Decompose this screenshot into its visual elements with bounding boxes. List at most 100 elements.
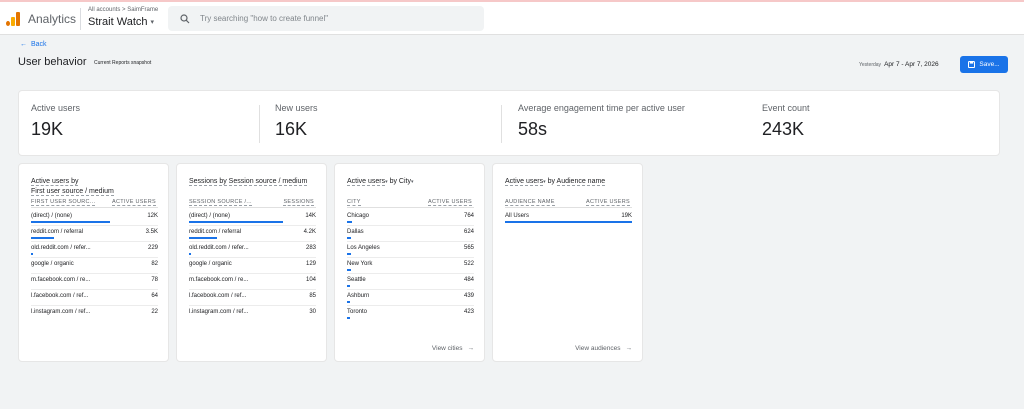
table-row[interactable]: l.facebook.com / ref... 64 [31, 290, 158, 306]
table-row[interactable]: Seattle 484 [347, 274, 474, 290]
kpi-label: Event count [762, 103, 810, 113]
table-row[interactable]: reddit.com / referral 4.2K [189, 226, 316, 242]
table-row[interactable]: (direct) / (none) 14K [189, 210, 316, 226]
table-row[interactable]: Chicago 764 [347, 210, 474, 226]
card-city: Active users▾ by City▾ CITY ACTIVE USERS… [334, 163, 485, 362]
account-breadcrumb[interactable]: All accounts > SaimFrame [88, 7, 158, 13]
card-title-line1: Active users by [31, 178, 79, 186]
column-header-metric[interactable]: ACTIVE USERS [586, 199, 630, 206]
row-share-bar [347, 221, 353, 223]
row-dimension-value: old.reddit.com / refer... [31, 245, 91, 251]
row-share-bar [347, 269, 351, 271]
card-title[interactable]: Active users by First user source / medi… [31, 177, 114, 197]
column-header-metric[interactable]: ACTIVE USERS [112, 199, 156, 206]
caret-down-icon: ▾ [150, 19, 155, 26]
search-icon [180, 13, 190, 23]
card-title[interactable]: Active users▾ by City▾ [347, 177, 414, 187]
table-row[interactable]: old.reddit.com / refer... 229 [31, 242, 158, 258]
row-dimension-value: Chicago [347, 213, 370, 219]
view-link-label: View cities [431, 345, 463, 352]
back-label: Back [31, 41, 47, 48]
metric-selector[interactable]: Active users [347, 178, 386, 186]
search-input[interactable] [200, 14, 460, 23]
view-audiences-link[interactable]: View audiences → [575, 345, 632, 352]
kpi-divider [501, 105, 502, 143]
row-dimension-value: Los Angeles [347, 245, 380, 251]
table-row[interactable]: Ashburn 439 [347, 290, 474, 306]
brand-name[interactable]: Analytics [28, 12, 76, 26]
card-title-by: by [545, 178, 557, 185]
save-icon [968, 61, 976, 68]
table-row[interactable]: m.facebook.com / re... 78 [31, 274, 158, 290]
kpi-label: Average engagement time per active user [518, 103, 685, 113]
row-metric-value: 764 [463, 213, 474, 219]
table-row[interactable]: l.instagram.com / ref... 30 [189, 306, 316, 322]
row-metric-value: 12K [147, 213, 158, 219]
table-row[interactable]: Toronto 423 [347, 306, 474, 322]
row-dimension-value: old.reddit.com / refer... [189, 245, 249, 251]
table-row[interactable]: Los Angeles 565 [347, 242, 474, 258]
table-row[interactable]: New York 522 [347, 258, 474, 274]
kpi-active-users[interactable]: Active users 19K [31, 91, 261, 157]
row-dimension-value: reddit.com / referral [189, 229, 242, 235]
table-header-divider [505, 207, 632, 208]
row-dimension-value: All Users [505, 213, 530, 219]
table-row[interactable]: Dallas 624 [347, 226, 474, 242]
card-title[interactable]: Sessions by Session source / medium [189, 177, 308, 187]
table-row[interactable]: google / organic 82 [31, 258, 158, 274]
property-selector[interactable]: Strait Watch ▾ [88, 16, 154, 28]
view-cities-link[interactable]: View cities → [432, 345, 474, 352]
row-metric-value: 82 [151, 261, 158, 267]
dimension-selector[interactable]: Audience name [556, 178, 606, 186]
row-metric-value: 104 [305, 277, 316, 283]
date-range-value: Apr 7 - Apr 7, 2026 [884, 61, 939, 68]
table-row[interactable]: l.instagram.com / ref... 22 [31, 306, 158, 322]
row-dimension-value: m.facebook.com / re... [31, 277, 91, 283]
table-row[interactable]: All Users 19K [505, 210, 632, 226]
column-header-dimension[interactable]: SESSION SOURCE /... [189, 199, 252, 206]
analytics-logo-icon[interactable] [6, 12, 22, 26]
row-dimension-value: google / organic [189, 261, 232, 267]
kpi-event-count[interactable]: Event count 243K [762, 91, 962, 157]
row-dimension-value: reddit.com / referral [31, 229, 84, 235]
row-metric-value: 484 [463, 277, 474, 283]
column-header-metric[interactable]: SESSIONS [283, 199, 314, 206]
table-row[interactable]: google / organic 129 [189, 258, 316, 274]
row-share-bar [347, 301, 350, 303]
column-header-dimension[interactable]: FIRST USER SOURC... [31, 199, 96, 206]
table-row[interactable]: m.facebook.com / re... 104 [189, 274, 316, 290]
kpi-label: Active users [31, 103, 81, 113]
row-share-bar [347, 317, 350, 319]
row-metric-value: 14K [305, 213, 316, 219]
table-row[interactable]: l.facebook.com / ref... 85 [189, 290, 316, 306]
arrow-right-icon: → [625, 345, 633, 352]
row-share-bar [189, 221, 283, 223]
table-row[interactable]: reddit.com / referral 3.5K [31, 226, 158, 242]
search-bar[interactable] [168, 6, 484, 31]
table-row[interactable]: (direct) / (none) 12K [31, 210, 158, 226]
column-header-dimension[interactable]: AUDIENCE NAME [505, 199, 555, 206]
kpi-avg-engagement[interactable]: Average engagement time per active user … [518, 91, 748, 157]
metric-selector[interactable]: Active users [505, 178, 544, 186]
row-metric-value: 19K [621, 213, 632, 219]
row-metric-value: 283 [305, 245, 316, 251]
save-button[interactable]: Save... [960, 56, 1008, 73]
row-metric-value: 439 [463, 293, 474, 299]
arrow-right-icon: → [467, 345, 475, 352]
row-dimension-value: l.instagram.com / ref... [31, 309, 91, 315]
row-metric-value: 229 [147, 245, 158, 251]
row-metric-value: 30 [309, 309, 316, 315]
column-header-metric[interactable]: ACTIVE USERS [428, 199, 472, 206]
row-metric-value: 423 [463, 309, 474, 315]
row-dimension-value: Toronto [347, 309, 368, 315]
snapshot-chip[interactable]: Current Reports snapshot [90, 57, 156, 69]
kpi-new-users[interactable]: New users 16K [275, 91, 505, 157]
back-link[interactable]: ← Back [20, 41, 47, 48]
date-range-picker[interactable]: Yesterday Apr 7 - Apr 7, 2026 [859, 61, 939, 70]
column-header-dimension[interactable]: CITY [347, 199, 361, 206]
caret-down-icon: ▾ [410, 179, 414, 185]
row-metric-value: 522 [463, 261, 474, 267]
table-row[interactable]: old.reddit.com / refer... 283 [189, 242, 316, 258]
card-session-source: Sessions by Session source / medium SESS… [176, 163, 327, 362]
card-title[interactable]: Active users▾ by Audience name [505, 177, 606, 187]
